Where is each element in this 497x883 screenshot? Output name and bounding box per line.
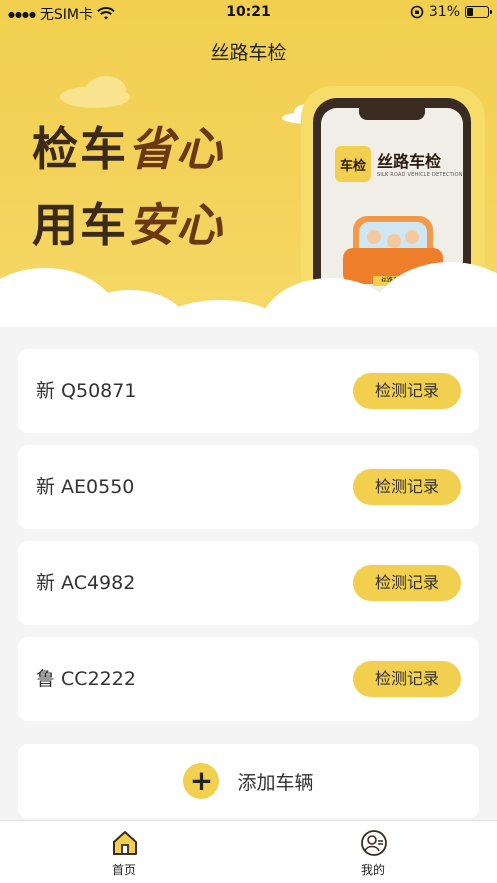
inspection-record-button[interactable]: 检测记录: [353, 661, 461, 697]
app-name: 丝路车检: [377, 152, 442, 171]
status-bar: ●●●● 无SIM卡 10:21 31%: [0, 0, 497, 26]
inspection-record-button[interactable]: 检测记录: [353, 565, 461, 601]
tab-home-label: 首页: [111, 863, 136, 877]
inspection-record-button[interactable]: 检测记录: [353, 373, 461, 409]
page-title: 丝路车检: [210, 42, 287, 64]
vehicle-card: 新 AC4982 检测记录: [18, 541, 479, 625]
add-vehicle-content: + 添加车辆: [18, 744, 479, 818]
home-icon: [113, 831, 137, 855]
add-vehicle-label: 添加车辆: [237, 771, 314, 794]
passenger-face: [367, 230, 381, 244]
plus-icon: +: [183, 763, 220, 799]
vehicle-card: 新 Q50871 检测记录: [18, 349, 479, 433]
passenger-face: [405, 230, 419, 244]
slogan-part: 省心: [128, 122, 224, 176]
phone-notch: [359, 108, 425, 120]
slogan-line-2: 用车安心: [32, 202, 224, 248]
status-right: 31%: [410, 4, 492, 20]
add-vehicle-button[interactable]: + 添加车辆: [18, 744, 479, 818]
vehicle-plate: 新 AE0550: [36, 476, 135, 498]
passenger-face: [387, 234, 401, 248]
tab-mine-label: 我的: [360, 863, 385, 877]
tab-mine[interactable]: 我的: [249, 821, 497, 883]
battery-percent: 31%: [428, 4, 460, 20]
battery-fill: [467, 8, 473, 16]
tab-bar: 首页 我的: [0, 820, 497, 883]
slogan-part: 用车: [32, 198, 128, 252]
user-icon: [361, 830, 387, 856]
cloud-decoration: [86, 76, 126, 104]
vehicle-card: 鲁 CC2222 检测记录: [18, 637, 479, 721]
slogan-line-1: 检车省心: [32, 126, 224, 172]
hero-banner: ●●●● 无SIM卡 10:21 31% 丝路车检 检车省心 用车安心 车检 丝…: [0, 0, 497, 327]
inspection-record-button[interactable]: 检测记录: [353, 469, 461, 505]
vehicle-plate: 新 Q50871: [36, 380, 137, 402]
battery-icon: [465, 6, 492, 18]
vehicle-plate: 新 AC4982: [36, 572, 136, 594]
slogan-part: 安心: [128, 198, 224, 252]
app-subtitle: SILK ROAD VEHICLE DETECTION: [377, 172, 463, 178]
tab-home[interactable]: 首页: [0, 821, 248, 883]
vehicle-card: 新 AE0550 检测记录: [18, 445, 479, 529]
orientation-lock-icon: [410, 5, 424, 19]
slogan-part: 检车: [32, 122, 128, 176]
app-badge: 车检: [335, 146, 371, 182]
vehicle-plate: 鲁 CC2222: [36, 668, 136, 690]
